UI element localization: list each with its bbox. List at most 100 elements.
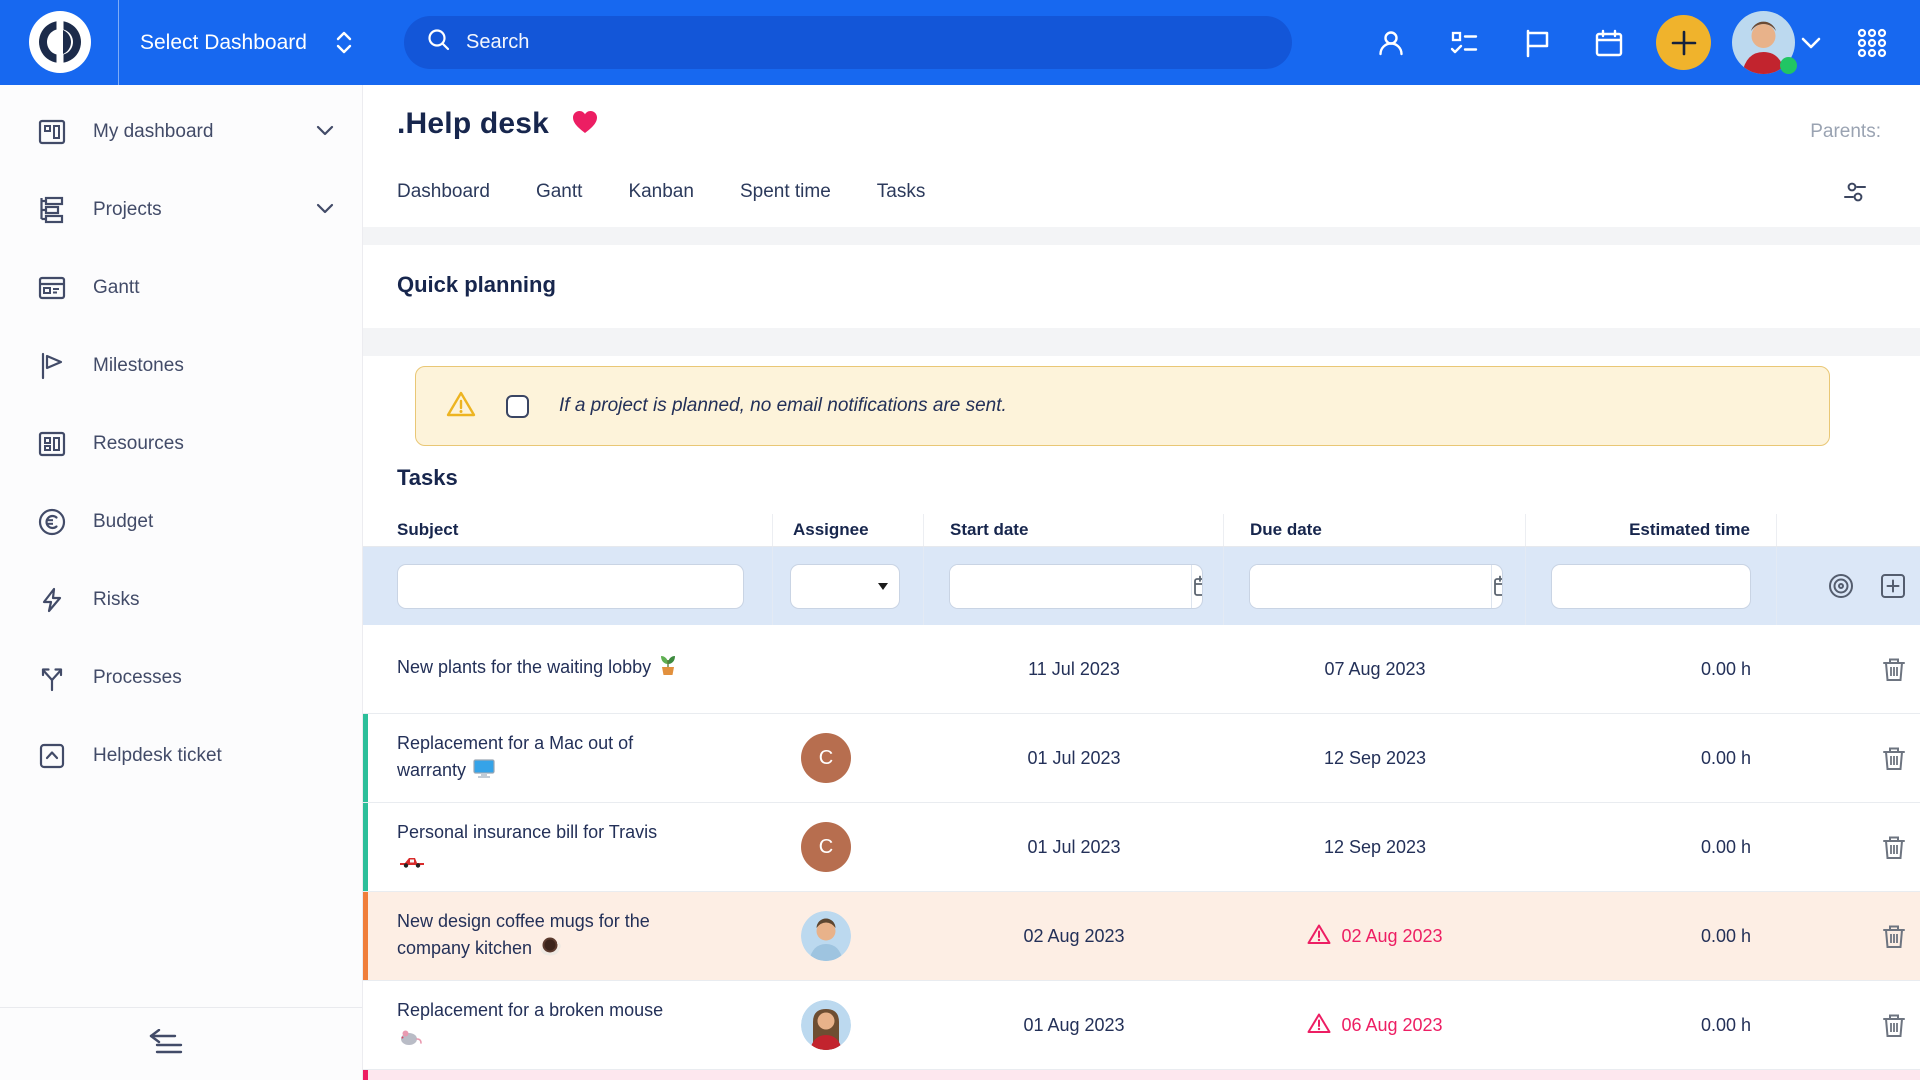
table-row[interactable]: Personal insurance bill for Travis C 01 … xyxy=(363,803,1920,892)
assignee-avatar[interactable]: C xyxy=(801,733,851,783)
processes-icon xyxy=(37,663,67,693)
tab-kanban[interactable]: Kanban xyxy=(628,181,694,203)
estimated-time-filter-input[interactable] xyxy=(1551,564,1751,609)
quick-add-button[interactable] xyxy=(1656,15,1711,70)
select-dashboard-button[interactable]: Select Dashboard xyxy=(140,0,353,85)
start-date: 01 Jul 2023 xyxy=(924,748,1224,769)
table-row[interactable]: New plants for the waiting lobby 11 Jul … xyxy=(363,625,1920,714)
checklist-icon[interactable] xyxy=(1440,0,1488,85)
chevron-down-icon[interactable] xyxy=(316,201,334,219)
top-bar: Select Dashboard xyxy=(0,0,1920,85)
start-date-calendar-icon[interactable] xyxy=(1191,565,1203,608)
sidebar-item-gantt[interactable]: Gantt xyxy=(0,249,362,327)
task-subject[interactable]: Replacement for a Mac out of warranty xyxy=(397,733,633,780)
column-header-subject[interactable]: Subject xyxy=(363,514,773,546)
column-header-start-date[interactable]: Start date xyxy=(924,514,1224,546)
due-date-filter-input[interactable] xyxy=(1250,565,1491,608)
due-date: 07 Aug 2023 xyxy=(1224,659,1526,680)
sidebar-item-processes[interactable]: Processes xyxy=(0,639,362,717)
assignee-avatar[interactable] xyxy=(801,1000,851,1050)
column-header-estimated-time[interactable]: Estimated time xyxy=(1526,514,1777,546)
task-subject[interactable]: Personal insurance bill for Travis xyxy=(397,822,657,842)
sidebar-item-milestones[interactable]: Milestones xyxy=(0,327,362,405)
column-header-assignee[interactable]: Assignee xyxy=(773,514,924,546)
table-row-partial xyxy=(363,1070,1920,1080)
page-title: .Help desk xyxy=(397,107,549,141)
subject-filter-input[interactable] xyxy=(397,564,744,609)
calendar-icon[interactable] xyxy=(1585,0,1633,85)
row-status-accent xyxy=(363,1070,368,1080)
warning-text: If a project is planned, no email notifi… xyxy=(559,395,1007,417)
sidebar-item-resources[interactable]: Resources xyxy=(0,405,362,483)
topbar-divider xyxy=(118,0,119,85)
sidebar-item-my-dashboard[interactable]: My dashboard xyxy=(0,93,362,171)
tab-spent-time[interactable]: Spent time xyxy=(740,181,831,203)
mouse-emoji-icon xyxy=(399,1027,423,1054)
risk-bolt-icon xyxy=(37,585,67,615)
table-row[interactable]: Replacement for a broken mouse 01 Aug 20… xyxy=(363,981,1920,1070)
sidebar-item-label: Processes xyxy=(93,667,334,689)
select-dashboard-label: Select Dashboard xyxy=(140,31,307,55)
overdue-warning-icon xyxy=(1307,1012,1331,1039)
target-filter-icon[interactable] xyxy=(1827,572,1855,600)
sidebar-item-label: Risks xyxy=(93,589,334,611)
estimated-time: 0.00 h xyxy=(1526,837,1777,858)
row-status-accent xyxy=(363,803,368,891)
main-content: .Help desk Parents: Dashboard Gantt Kanb… xyxy=(363,85,1920,1080)
collapse-sidebar-icon[interactable] xyxy=(148,1029,188,1060)
task-subject[interactable]: New plants for the waiting lobby xyxy=(397,657,651,677)
chevron-down-icon[interactable] xyxy=(316,123,334,141)
tab-gantt[interactable]: Gantt xyxy=(536,181,582,203)
overdue-warning-icon xyxy=(1307,923,1331,950)
row-status-accent xyxy=(363,892,368,980)
add-row-icon[interactable] xyxy=(1879,572,1907,600)
delete-task-icon[interactable] xyxy=(1881,833,1907,861)
start-date-filter-input[interactable] xyxy=(950,565,1191,608)
delete-task-icon[interactable] xyxy=(1881,922,1907,950)
budget-euro-icon xyxy=(37,507,67,537)
tab-dashboard[interactable]: Dashboard xyxy=(397,181,490,203)
app-logo[interactable] xyxy=(27,9,93,75)
table-header-row: Subject Assignee Start date Due date Est… xyxy=(363,514,1920,547)
sidebar: My dashboard Projects Gantt Milest xyxy=(0,85,363,1080)
flag-icon[interactable] xyxy=(1513,0,1561,85)
estimated-time: 0.00 h xyxy=(1526,926,1777,947)
avatar-chevron-down-icon[interactable] xyxy=(1800,0,1822,85)
table-row[interactable]: New design coffee mugs for the company k… xyxy=(363,892,1920,981)
helpdesk-icon xyxy=(37,741,67,771)
start-date: 11 Jul 2023 xyxy=(924,659,1224,680)
task-subject[interactable]: New design coffee mugs for the company k… xyxy=(397,911,650,958)
quick-planning-section: Quick planning xyxy=(363,245,1920,328)
estimated-time: 0.00 h xyxy=(1526,1015,1777,1036)
favorite-heart-icon[interactable] xyxy=(571,109,599,140)
assignee-avatar[interactable] xyxy=(801,911,851,961)
sidebar-item-risks[interactable]: Risks xyxy=(0,561,362,639)
sidebar-item-budget[interactable]: Budget xyxy=(0,483,362,561)
assignee-filter-select[interactable] xyxy=(790,564,900,609)
sidebar-item-projects[interactable]: Projects xyxy=(0,171,362,249)
sidebar-item-helpdesk-ticket[interactable]: Helpdesk ticket xyxy=(0,717,362,795)
sliders-settings-icon[interactable] xyxy=(1840,177,1870,212)
table-filter-row xyxy=(363,547,1920,625)
user-icon[interactable] xyxy=(1367,0,1415,85)
column-header-due-date[interactable]: Due date xyxy=(1224,514,1526,546)
global-search[interactable] xyxy=(404,16,1292,69)
table-row[interactable]: Replacement for a Mac out of warranty C … xyxy=(363,714,1920,803)
search-input[interactable] xyxy=(466,31,1166,54)
apps-grid-icon[interactable] xyxy=(1848,0,1896,85)
sidebar-footer xyxy=(0,1007,362,1080)
task-subject[interactable]: Replacement for a broken mouse xyxy=(397,1000,663,1020)
delete-task-icon[interactable] xyxy=(1881,744,1907,772)
due-date-calendar-icon[interactable] xyxy=(1491,565,1503,608)
user-avatar[interactable] xyxy=(1732,11,1795,74)
tab-tasks[interactable]: Tasks xyxy=(877,181,926,203)
assignee-avatar[interactable]: C xyxy=(801,822,851,872)
row-status-accent xyxy=(363,714,368,802)
warning-banner: If a project is planned, no email notifi… xyxy=(415,366,1830,446)
warning-checkbox[interactable] xyxy=(506,395,529,418)
quick-planning-title: Quick planning xyxy=(397,272,556,298)
delete-task-icon[interactable] xyxy=(1881,655,1907,683)
delete-task-icon[interactable] xyxy=(1881,1011,1907,1039)
select-chevrons-icon xyxy=(335,31,353,54)
estimated-time: 0.00 h xyxy=(1526,659,1777,680)
